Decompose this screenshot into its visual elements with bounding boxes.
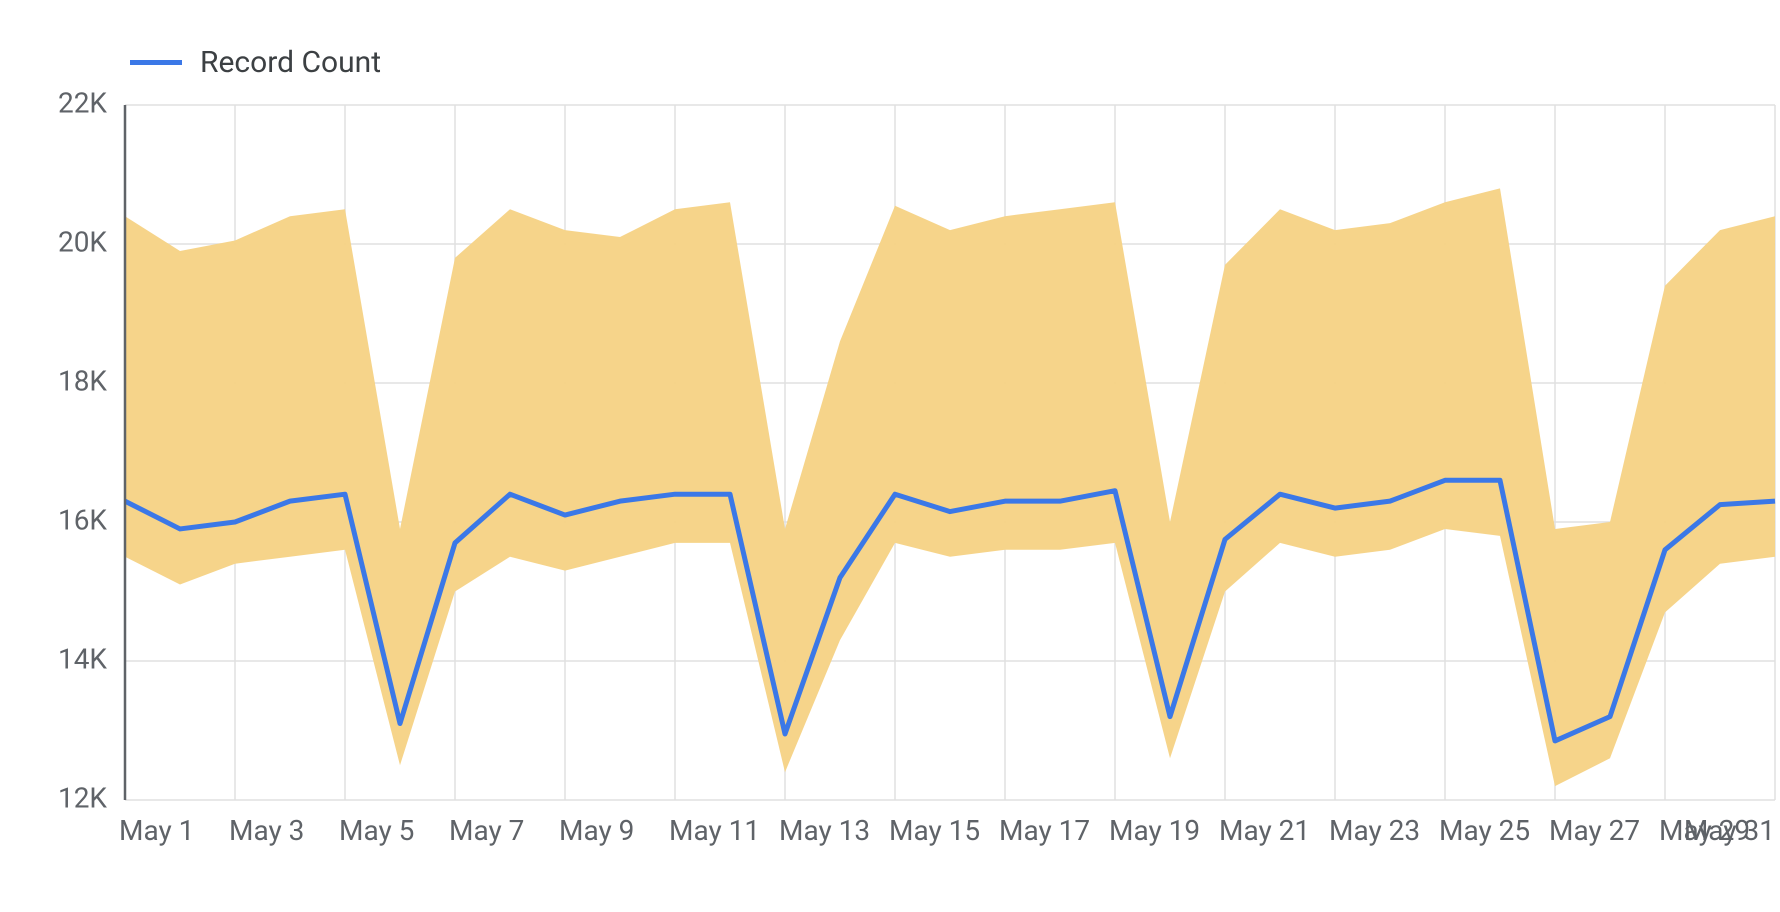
chart-canvas: 12K14K16K18K20K22KMay 1May 3May 5May 7Ma… — [0, 0, 1780, 912]
x-tick-label: May 17 — [999, 814, 1090, 847]
y-tick-label: 22K — [58, 86, 107, 119]
x-tick-label: May 11 — [669, 814, 760, 847]
x-tick-label: May 21 — [1219, 814, 1310, 847]
x-tick-label: May 13 — [779, 814, 870, 847]
y-tick-label: 16K — [58, 503, 107, 536]
x-tick-label: May 19 — [1109, 814, 1200, 847]
x-tick-label: May 7 — [449, 814, 524, 847]
confidence-band — [125, 188, 1775, 786]
x-tick-label: May 25 — [1439, 814, 1530, 847]
x-tick-label: May 27 — [1549, 814, 1640, 847]
x-tick-label: May 9 — [559, 814, 634, 847]
time-series-chart: Record Count 12K14K16K18K20K22KMay 1May … — [0, 0, 1780, 912]
legend-label-record-count: Record Count — [200, 45, 381, 80]
y-tick-label: 14K — [58, 642, 107, 675]
x-tick-label: May 1 — [119, 814, 194, 847]
x-tick-label: May 23 — [1329, 814, 1420, 847]
legend-swatch-record-count — [130, 60, 182, 65]
y-axis-ticks: 12K 14K 16K 18K 20K 22K — [58, 86, 107, 814]
x-tick-label: May 3 — [229, 814, 304, 847]
chart-legend: Record Count — [130, 45, 381, 80]
x-axis-ticks: May 1 May 3 May 5 May 7 May 9 May 11 May 13 May… — [119, 814, 1775, 847]
x-tick-label: May 31 — [1684, 814, 1775, 847]
x-tick-label: May 5 — [339, 814, 414, 847]
x-tick-label: May 15 — [889, 814, 980, 847]
y-tick-label: 18K — [58, 364, 107, 397]
y-tick-label: 12K — [58, 781, 107, 814]
y-tick-label: 20K — [58, 225, 107, 258]
